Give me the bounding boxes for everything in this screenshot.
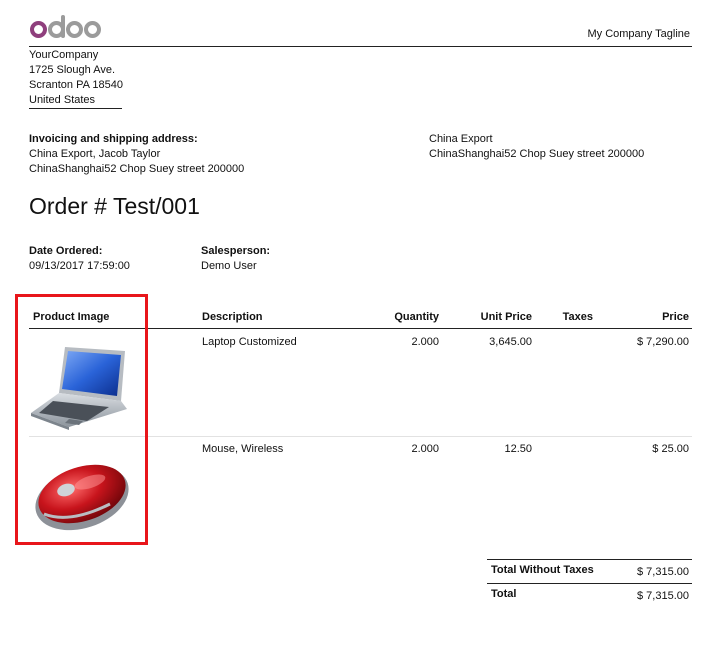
logo-letter-o xyxy=(66,20,83,38)
total-value: $ 7,315.00 xyxy=(637,590,689,602)
header-divider xyxy=(29,46,692,47)
company-city: Scranton PA 18540 xyxy=(29,79,123,91)
column-header-price: Price xyxy=(662,311,689,323)
totals-divider xyxy=(487,583,692,584)
logo-letter-o xyxy=(30,20,47,38)
totals-top-divider xyxy=(487,559,692,560)
logo-letter-d-stem xyxy=(61,14,65,38)
total-without-taxes-label: Total Without Taxes xyxy=(491,564,594,576)
row-2-description: Mouse, Wireless xyxy=(202,443,284,455)
row-1-quantity: 2.000 xyxy=(411,336,439,348)
company-logo xyxy=(30,14,101,44)
partner-name: China Export xyxy=(429,133,493,145)
row-2-quantity: 2.000 xyxy=(411,443,439,455)
company-street: 1725 Slough Ave. xyxy=(29,64,116,76)
column-header-taxes: Taxes xyxy=(562,311,593,323)
logo-letter-o xyxy=(84,20,101,38)
date-ordered-value: 09/13/2017 17:59:00 xyxy=(29,260,130,272)
page-title: Order # Test/001 xyxy=(29,193,200,219)
company-country: United States xyxy=(29,94,96,106)
date-ordered-block: Date Ordered: 09/13/2017 17:59:00 xyxy=(29,244,130,274)
row-2-unit-price: 12.50 xyxy=(504,443,532,455)
salesperson-label: Salesperson: xyxy=(201,245,271,257)
company-address: YourCompany 1725 Slough Ave. Scranton PA… xyxy=(29,48,123,108)
row-1-description: Laptop Customized xyxy=(202,336,297,348)
partner-address: China Export ChinaShanghai52 Chop Suey s… xyxy=(429,132,644,162)
column-header-description: Description xyxy=(202,311,263,323)
salesperson-block: Salesperson: Demo User xyxy=(201,244,270,274)
row-1-unit-price: 3,645.00 xyxy=(489,336,532,348)
invoicing-address-label: Invoicing and shipping address: xyxy=(29,133,198,145)
partner-street: ChinaShanghai52 Chop Suey street 200000 xyxy=(429,148,645,160)
company-name: YourCompany xyxy=(29,49,99,61)
total-without-taxes-value: $ 7,315.00 xyxy=(637,566,689,578)
invoicing-address-street: ChinaShanghai52 Chop Suey street 200000 xyxy=(29,163,245,175)
company-tagline: My Company Tagline xyxy=(587,28,690,40)
column-header-quantity: Quantity xyxy=(394,311,439,323)
invoicing-address-name: China Export, Jacob Taylor xyxy=(29,148,161,160)
invoicing-address: Invoicing and shipping address: China Ex… xyxy=(29,132,244,177)
salesperson-value: Demo User xyxy=(201,260,257,272)
company-divider xyxy=(29,108,122,109)
total-label: Total xyxy=(491,588,517,600)
column-header-unit-price: Unit Price xyxy=(480,311,532,323)
row-1-price: $ 7,290.00 xyxy=(637,336,689,348)
date-ordered-label: Date Ordered: xyxy=(29,245,103,257)
row-2-price: $ 25.00 xyxy=(652,443,689,455)
product-image-highlight xyxy=(15,294,148,545)
